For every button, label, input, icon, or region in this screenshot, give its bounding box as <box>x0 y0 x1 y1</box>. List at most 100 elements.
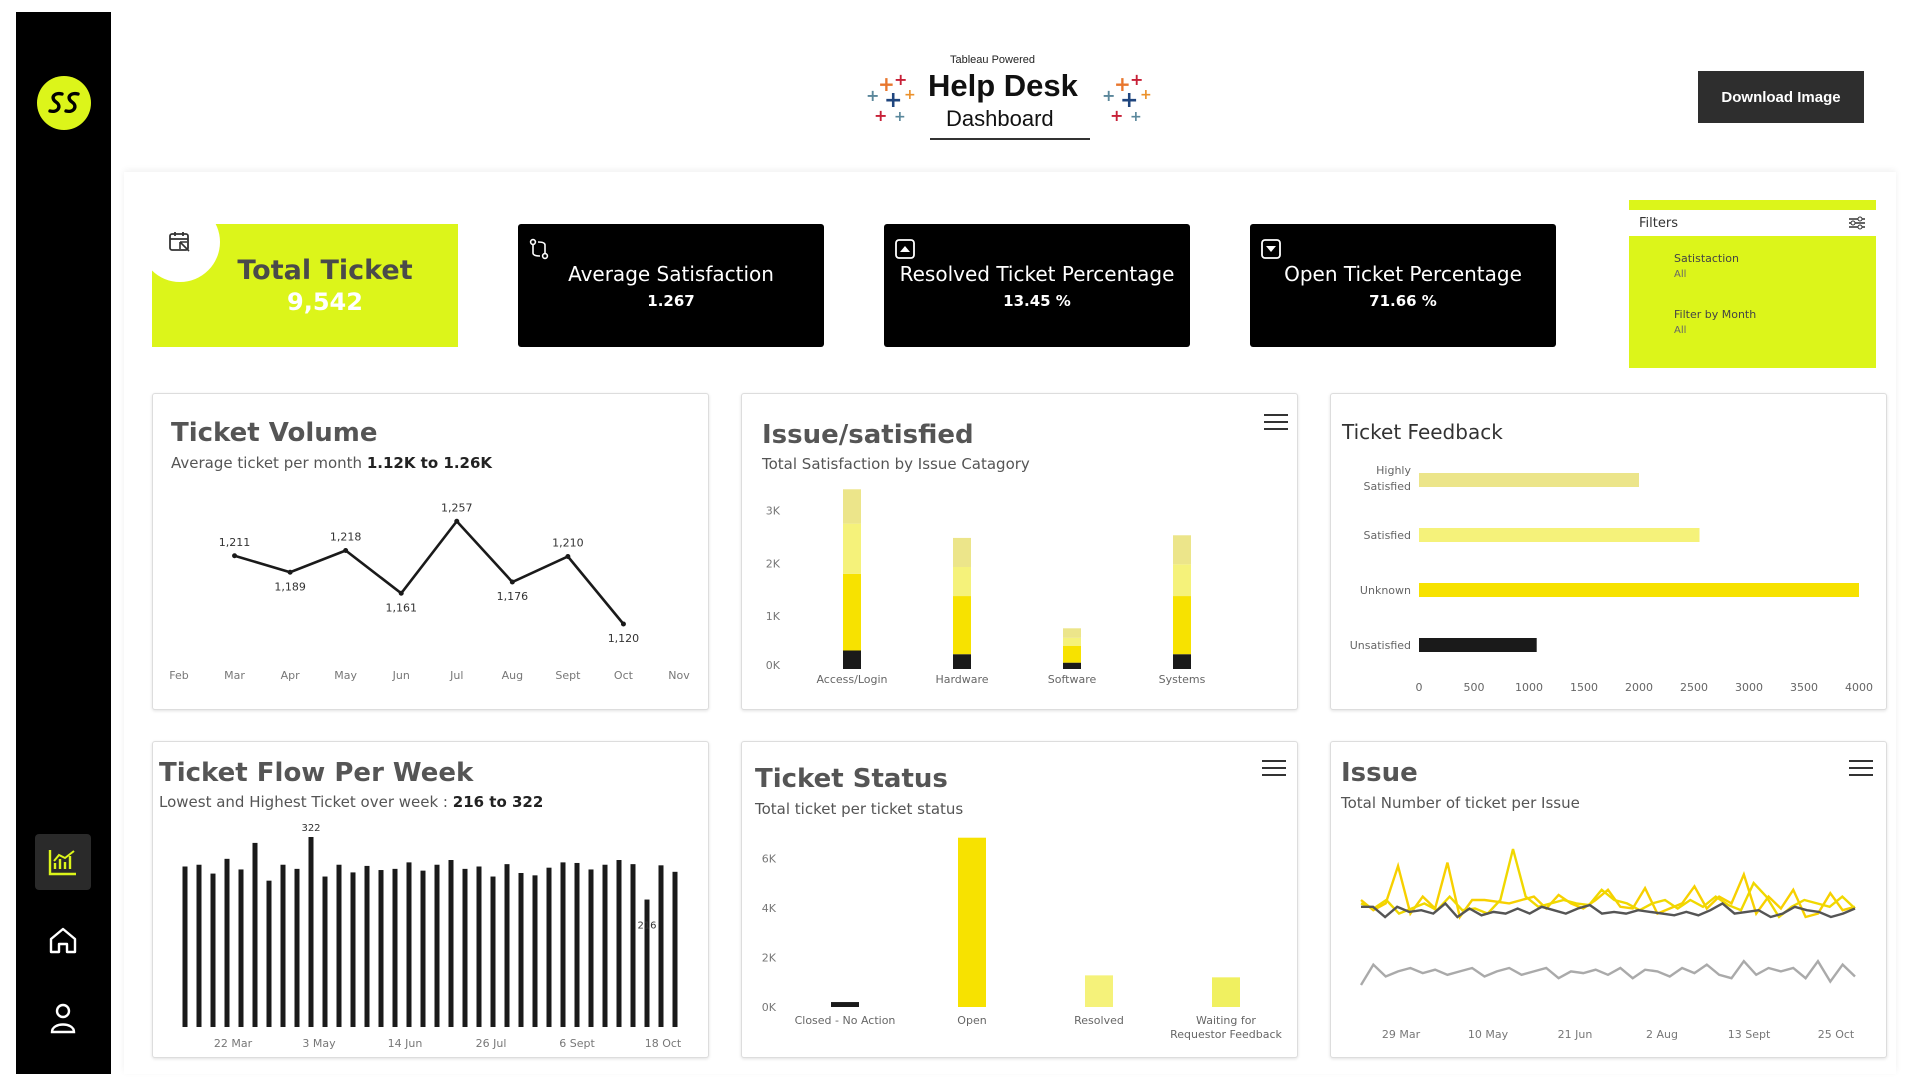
kpi-resolved-value: 13.45 % <box>1003 291 1071 310</box>
volume-x-tick: May <box>334 669 357 682</box>
flow-x-tick: 22 Mar <box>214 1037 253 1050</box>
issue-sat-bar-segment <box>1063 645 1081 663</box>
panel-ticket-flow: Ticket Flow Per Week Lowest and Highest … <box>152 741 709 1058</box>
issue-x-tick: 29 Mar <box>1382 1028 1421 1041</box>
download-image-button[interactable]: Download Image <box>1698 71 1864 123</box>
flow-bar <box>588 869 594 1027</box>
issue-sat-bar-segment <box>1173 535 1191 565</box>
feedback-x-tick: 2000 <box>1625 681 1653 694</box>
filter-month-select[interactable]: All <box>1674 325 1686 336</box>
volume-x-tick: Oct <box>614 669 634 682</box>
brand-title: Help Desk <box>928 68 1078 103</box>
panel-issue-satisfied: Issue/satisfied Total Satisfaction by Is… <box>741 393 1298 710</box>
volume-x-tick: Nov <box>668 669 690 682</box>
brand-subtitle: Dashboard <box>946 106 1054 131</box>
volume-data-label: 1,210 <box>552 537 584 550</box>
flow-bar <box>476 866 482 1027</box>
flow-bar <box>392 868 398 1027</box>
status-x-tick: Open <box>957 1014 986 1027</box>
kpi-avg-title: Average Satisfaction <box>568 261 774 286</box>
feedback-x-tick: 2500 <box>1680 681 1708 694</box>
flow-bar <box>616 860 622 1027</box>
nav-item-home[interactable] <box>35 912 91 968</box>
issue-sat-bar-segment <box>1173 654 1191 669</box>
flow-bar <box>364 865 370 1027</box>
feedback-y-tick: Highly <box>1376 464 1411 477</box>
brand-powered-text: Tableau Powered <box>950 54 1036 66</box>
flow-bar <box>378 870 384 1027</box>
volume-point <box>343 548 349 553</box>
filter-satisfaction-select[interactable]: All <box>1674 269 1686 280</box>
flow-bar <box>350 872 356 1027</box>
calendar-click-icon <box>169 232 190 252</box>
panel-ticket-feedback: Ticket Feedback Highly Satisfied Satisfied… <box>1330 393 1887 710</box>
panel-ticket-volume: Ticket Volume Average ticket per month 1… <box>152 393 709 710</box>
nav-item-profile[interactable] <box>35 990 91 1046</box>
dashboard-app: + + + + + + + Tableau Powered Help Desk … <box>0 0 1920 1080</box>
feedback-y-tick: Satisfied <box>1363 480 1411 493</box>
flow-bar <box>336 864 342 1027</box>
issue-sat-y-tick: 2K <box>766 557 781 570</box>
flow-bar <box>196 864 202 1027</box>
volume-point <box>287 569 293 575</box>
issue-sat-bar-segment <box>843 573 861 651</box>
status-bar <box>831 1002 859 1007</box>
status-bar <box>1212 977 1240 1007</box>
feedback-x-tick: 0 <box>1416 681 1423 694</box>
issue-sat-y-tick: 1K <box>766 610 781 623</box>
filters-header: Filters <box>1629 210 1876 236</box>
flow-bar <box>322 876 328 1027</box>
flow-bar <box>238 869 244 1027</box>
volume-data-label: 1,120 <box>608 632 640 645</box>
issue-sat-x-tick: Hardware <box>935 673 988 686</box>
issue-sat-bar-segment <box>1173 564 1191 597</box>
volume-data-label: 1,161 <box>385 601 417 614</box>
flow-bar <box>224 858 230 1027</box>
volume-point <box>620 621 626 627</box>
issue-sat-bar-segment <box>953 537 971 567</box>
issue-sat-bar-segment <box>843 523 861 574</box>
issue-sat-bar-segment <box>1173 596 1191 655</box>
filters-panel: Filters Satistaction All Filter by Month… <box>1629 200 1876 368</box>
volume-x-tick: Apr <box>281 669 301 682</box>
flow-bar <box>182 866 188 1027</box>
issue-sat-x-tick: Access/Login <box>816 673 887 686</box>
kpi-resolved-percentage: Resolved Ticket Percentage 13.45 % <box>884 224 1190 347</box>
feedback-x-tick: 3000 <box>1735 681 1763 694</box>
feedback-y-tick: Satisfied <box>1363 529 1411 542</box>
brand-underline <box>930 138 1090 140</box>
nav-item-dashboard[interactable] <box>35 834 91 890</box>
volume-point <box>565 554 571 559</box>
logo-mark-icon <box>48 91 80 114</box>
volume-data-label: 1,211 <box>219 536 251 549</box>
issue-sat-bar-segment <box>1063 662 1081 669</box>
sliders-icon[interactable] <box>1848 216 1866 230</box>
filter-satisfaction-label: Satistaction <box>1674 252 1739 265</box>
flow-x-tick: 3 May <box>302 1037 336 1050</box>
flow-bar <box>420 870 426 1027</box>
flow-bar <box>574 862 580 1027</box>
dashboard-header: + + + + + + + Tableau Powered Help Desk … <box>860 52 1160 142</box>
flow-x-tick: 14 Jun <box>388 1037 423 1050</box>
filters-title: Filters <box>1639 215 1678 231</box>
status-y-tick: 2K <box>762 952 777 965</box>
volume-x-tick: Aug <box>502 669 523 682</box>
flow-data-label: 216 <box>637 921 656 932</box>
volume-point <box>454 518 460 524</box>
issue-sat-bar-segment <box>843 489 861 524</box>
volume-x-tick: Jul <box>449 669 463 682</box>
issue-sat-bar-segment <box>953 654 971 669</box>
volume-point <box>509 579 515 585</box>
issue-sat-x-tick: Software <box>1048 673 1097 686</box>
feedback-x-tick: 1500 <box>1570 681 1598 694</box>
chart-icon <box>48 850 76 876</box>
flow-bar <box>672 871 678 1027</box>
brand-logo[interactable] <box>37 76 91 130</box>
volume-x-tick: Jun <box>392 669 410 682</box>
issue-sat-bar-segment <box>1063 628 1081 638</box>
feedback-x-tick: 1000 <box>1515 681 1543 694</box>
kpi-total-title: Total Ticket <box>237 255 413 286</box>
issue-x-tick: 21 Jun <box>1558 1028 1593 1041</box>
kpi-avg-value: 1.267 <box>647 291 695 310</box>
compare-arrows-icon <box>528 238 550 260</box>
